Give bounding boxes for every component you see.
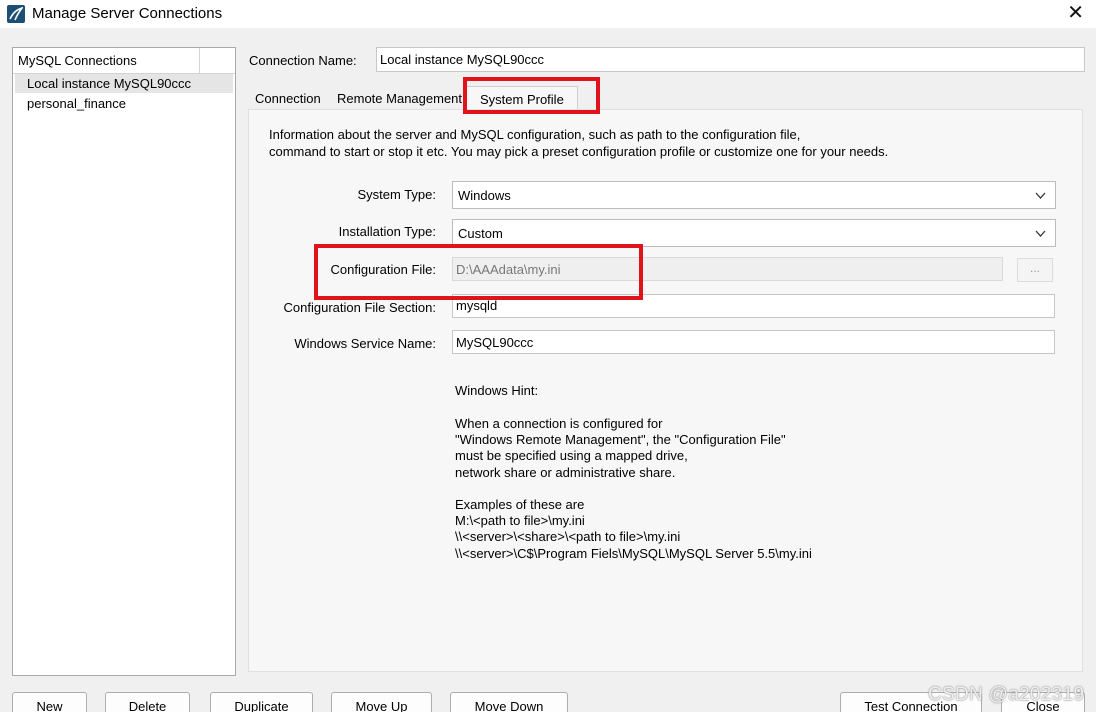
connections-header-label: MySQL Connections [18,53,137,68]
window-close-icon[interactable]: ✕ [1067,3,1084,23]
hint-line: \\<server>\<share>\<path to file>\my.ini [455,529,681,545]
tab-label: System Profile [480,92,564,107]
system-type-label: System Type: [357,187,436,202]
configuration-section-value: mysqld [456,298,498,313]
configuration-file-input[interactable]: D:\AAAdata\my.ini [452,257,1003,281]
hint-line: "Windows Remote Management", the "Config… [455,432,786,448]
button-label: Delete [128,699,167,712]
tab-label: Connection [255,91,321,106]
chevron-down-icon [1035,192,1046,199]
configuration-file-label: Configuration File: [330,262,437,277]
system-type-value: Windows [458,188,511,203]
new-button[interactable]: New [12,692,87,712]
connection-name-value: Local instance MySQL90ccc [380,52,545,67]
configuration-file-value: D:\AAAdata\my.ini [456,262,561,277]
delete-button[interactable]: Delete [105,692,190,712]
tab-label: Remote Management [337,91,463,106]
connection-item-personal-finance[interactable]: personal_finance [15,94,233,113]
connection-name-input[interactable]: Local instance MySQL90ccc [376,47,1085,72]
button-label: New [36,699,63,712]
button-label: Move Down [474,699,544,712]
windows-service-name-label: Windows Service Name: [294,336,436,351]
installation-type-select[interactable]: Custom [452,219,1056,247]
button-label: Move Up [355,699,408,712]
csdn-watermark: CSDN @a202319 [928,684,1085,705]
description-line: command to start or stop it etc. You may… [269,144,889,159]
hint-line: M:\<path to file>\my.ini [455,513,585,529]
manage-server-connections-dialog: Manage Server Connections ✕ MySQL Connec… [0,0,1096,712]
button-label: Duplicate [234,699,289,712]
windows-hint-title: Windows Hint: [455,383,539,398]
duplicate-button[interactable]: Duplicate [210,692,313,712]
hint-line: When a connection is configured for [455,416,663,431]
connections-tree-header: MySQL Connections [13,48,235,74]
windows-hint-examples: Examples of these are M:\<path to file>\… [455,497,812,562]
title-bar: Manage Server Connections ✕ [0,0,1096,28]
installation-type-label: Installation Type: [338,224,436,239]
windows-hint-body: When a connection is configured for "Win… [455,416,786,481]
browse-config-file-button[interactable]: ... [1017,258,1053,282]
configuration-section-label: Configuration File Section: [283,300,436,315]
windows-service-name-value: MySQL90ccc [456,335,534,350]
hint-line: \\<server>\C$\Program Fiels\MySQL\MySQL … [455,545,812,561]
mysql-workbench-icon [7,5,25,23]
connection-item-label: personal_finance [27,96,127,111]
system-profile-description: Information about the server and MySQL c… [269,126,888,160]
hint-line: Examples of these are [455,497,585,512]
windows-service-name-input[interactable]: MySQL90ccc [452,330,1055,354]
move-down-button[interactable]: Move Down [450,692,568,712]
connections-tree[interactable]: MySQL Connections Local instance MySQL90… [12,47,236,676]
connection-name-label: Connection Name: [249,53,357,68]
installation-type-value: Custom [458,226,503,241]
hint-line: must be specified using a mapped drive, [455,448,688,464]
tab-remote-management[interactable]: Remote Management [330,86,466,110]
description-line: Information about the server and MySQL c… [269,127,801,142]
connection-item-local-instance[interactable]: Local instance MySQL90ccc [15,74,233,93]
connection-item-label: Local instance MySQL90ccc [27,76,192,91]
hint-line: network share or administrative share. [455,464,676,480]
system-type-select[interactable]: Windows [452,181,1056,209]
tab-system-profile[interactable]: System Profile [466,86,578,110]
chevron-down-icon [1035,230,1046,237]
configuration-section-input[interactable]: mysqld [452,294,1055,318]
move-up-button[interactable]: Move Up [331,692,432,712]
window-title: Manage Server Connections [32,5,223,22]
column-separator [199,48,200,73]
tab-connection[interactable]: Connection [248,86,330,110]
